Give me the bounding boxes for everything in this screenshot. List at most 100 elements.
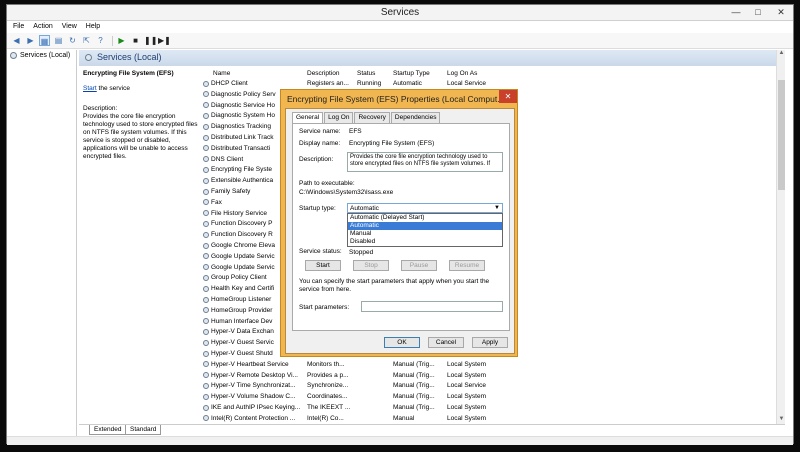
service-description: Synchronize... [307,382,349,390]
service-name: Google Update Servic [211,263,275,271]
tree-item-label: Services (Local) [20,52,71,59]
gear-icon [85,54,92,61]
dialog-tabs: General Log On Recovery Dependencies [292,112,441,123]
startup-option[interactable]: Disabled [348,238,502,246]
gear-icon [203,372,209,379]
properties-icon[interactable]: ▤ [53,35,64,46]
apply-button[interactable]: Apply [472,337,508,348]
start-params-input[interactable] [361,301,503,312]
console-tree: Services (Local) [7,50,77,438]
vertical-scrollbar[interactable]: ▲ ▼ [776,50,785,425]
tab-log-on[interactable]: Log On [324,112,354,123]
tab-standard[interactable]: Standard [125,425,162,435]
column-header-status[interactable]: Status [357,70,375,77]
service-name-cell: Hyper-V Volume Shadow C... [203,393,301,400]
gear-icon [10,52,17,59]
gear-icon [203,253,209,260]
resume-button[interactable]: Resume [449,260,485,271]
table-row[interactable]: DHCP Client Registers an... Running Automat… [203,80,777,89]
service-description: Intel(R) Co... [307,414,344,422]
service-startup: Manual [393,414,415,422]
menu-action[interactable]: Action [33,21,52,33]
restart-icon[interactable]: ▶❚ [158,35,171,46]
menu-file[interactable]: File [13,21,24,33]
cancel-button[interactable]: Cancel [428,337,464,348]
startup-option[interactable]: Automatic [348,222,502,230]
column-header-description[interactable]: Description [307,70,340,77]
service-logon: Local Service [447,80,487,87]
column-header-logon[interactable]: Log On As [447,70,477,77]
ok-button[interactable]: OK [384,337,420,348]
service-name: Group Policy Client [211,274,267,282]
start-button[interactable]: Start [305,260,341,271]
service-startup: Manual (Trig... [393,360,435,368]
selected-service-title: Encrypting File System (EFS) [83,70,174,77]
service-name-cell: DHCP Client [203,80,301,87]
stop-button[interactable]: Stop [353,260,389,271]
gear-icon [203,274,209,281]
gear-icon [203,242,209,249]
close-icon[interactable]: ✕ [499,90,517,103]
table-row[interactable]: Intel(R) Content Protection ... Intel(R) … [203,415,777,424]
pause-button[interactable]: Pause [401,260,437,271]
service-name: IKE and AuthIP IPsec Keying... [211,404,301,411]
service-name: Hyper-V Guest Shutd [211,350,273,357]
show-hide-tree-icon[interactable]: ▦ [39,35,50,46]
startup-option[interactable]: Automatic (Delayed Start) [348,214,502,222]
gear-icon [203,350,209,357]
tab-dependencies[interactable]: Dependencies [390,112,441,123]
service-name: Hyper-V Volume Shadow C... [211,393,296,401]
help-icon[interactable]: ? [95,35,106,46]
export-icon[interactable]: ⇱ [81,35,92,46]
table-row[interactable]: Hyper-V Remote Desktop Vi... Provides a p… [203,372,777,381]
gear-icon [203,393,209,400]
start-service-link[interactable]: Start [83,85,97,92]
column-header-startup[interactable]: Startup Type [393,70,430,77]
gear-icon [203,231,209,238]
forward-icon[interactable]: ▶ [25,35,36,46]
stop-icon[interactable]: ■ [130,35,141,46]
tree-item-services-local[interactable]: Services (Local) [7,50,76,61]
list-header: Name Description Status Startup Type Log… [203,70,777,80]
gear-icon [203,339,209,346]
display-name-label: Display name: [299,140,341,147]
service-startup: Manual (Trig... [393,382,435,390]
service-name-value: EFS [349,128,362,135]
startup-option[interactable]: Manual [348,230,502,238]
back-icon[interactable]: ◀ [11,35,22,46]
service-name: Hyper-V Data Exchan [211,328,274,336]
description-text: Provides the core file encryption techno… [83,113,198,160]
column-header-name[interactable]: Name [213,70,230,77]
start-icon[interactable]: ▶ [116,35,127,46]
service-status-value: Stopped [349,249,374,256]
pause-icon[interactable]: ❚❚ [144,35,157,46]
minimize-icon[interactable]: — [725,5,747,20]
table-row[interactable]: IKE and AuthIP IPsec Keying... The IKEEXT… [203,404,777,413]
tab-general[interactable]: General [292,112,324,123]
tab-extended[interactable]: Extended [89,425,127,435]
maximize-icon[interactable]: □ [747,5,769,20]
menu-help[interactable]: Help [86,21,100,33]
description-field[interactable]: Provides the core file encryption techno… [347,152,503,172]
view-tabs: Extended Standard [79,424,785,435]
table-row[interactable]: Hyper-V Volume Shadow C... Coordinates...… [203,393,777,402]
service-name: DNS Client [211,155,244,163]
service-status: Running [357,80,382,87]
refresh-icon[interactable]: ↻ [67,35,78,46]
tab-recovery[interactable]: Recovery [354,112,390,123]
table-row[interactable]: Hyper-V Time Synchronizat... Synchronize.… [203,382,777,391]
menu-view[interactable]: View [62,21,77,33]
service-description: Coordinates... [307,393,348,401]
toolbar-separator [112,35,113,46]
gear-icon [203,199,209,206]
close-icon[interactable]: ✕ [769,5,793,20]
service-name-cell: Hyper-V Heartbeat Service [203,361,301,368]
table-row[interactable]: Hyper-V Heartbeat Service Monitors th... M… [203,361,777,370]
service-name: Diagnostic Policy Serv [211,90,276,98]
startup-type-select[interactable]: Automatic ▼ [347,203,503,213]
service-status-label: Service status: [299,248,342,255]
scrollbar-thumb[interactable] [778,80,785,190]
gear-icon [203,91,209,98]
scroll-up-icon[interactable]: ▲ [777,50,786,59]
service-name: Diagnostics Tracking [211,123,271,131]
